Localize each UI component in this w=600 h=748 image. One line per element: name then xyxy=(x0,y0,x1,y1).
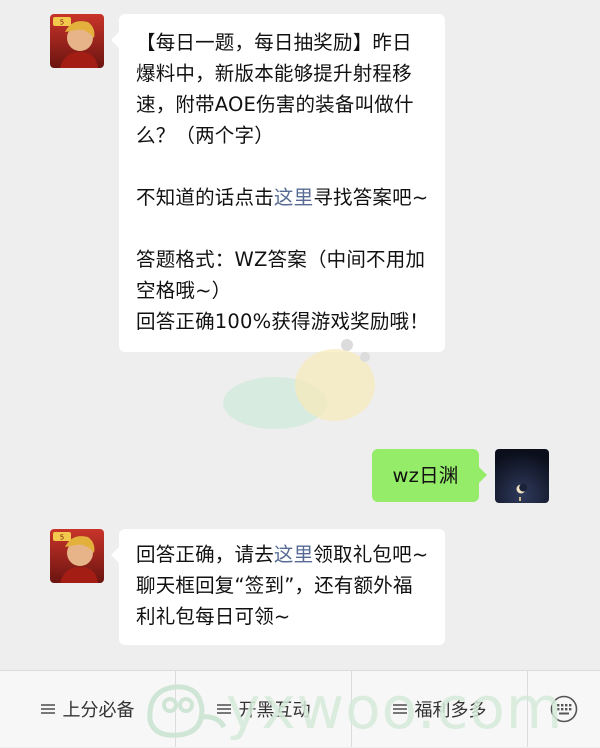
reply-link[interactable]: 这里 xyxy=(274,543,313,566)
format-text: 答题格式：WZ答案（中间不用加空格哦~） xyxy=(136,248,426,302)
hero-avatar-icon: 5 xyxy=(50,14,104,68)
hint-link[interactable]: 这里 xyxy=(274,186,313,209)
official-avatar[interactable]: 5 xyxy=(50,529,104,583)
menu-item-label: 上分必备 xyxy=(62,700,135,721)
chat-area: 5 【每日一题，每日抽奖励】昨日爆料中，新版本能够提升射程移速，附带AOE伤害的… xyxy=(0,0,600,670)
reply-text: 回答正确，请去这里领取礼包吧~聊天框回复“签到”，还有额外福利礼包每日可领~ xyxy=(136,539,431,632)
question-text: 【每日一题，每日抽奖励】昨日爆料中，新版本能够提升射程移速，附带AOE伤害的装备… xyxy=(136,31,414,147)
bottom-menu-bar: 上分必备 开黑互动 福利多多 yxwoo.com xyxy=(0,670,600,747)
svg-text:5: 5 xyxy=(60,534,64,542)
user-answer-text: wz日渊 xyxy=(392,464,459,487)
hint-suffix: 寻找答案吧~ xyxy=(313,186,429,209)
menu-list-icon xyxy=(392,703,407,715)
reward-text: 回答正确100%获得游戏奖励哦！ xyxy=(136,310,429,333)
svg-text:5: 5 xyxy=(60,19,64,27)
menu-item-label: 开黑互动 xyxy=(238,700,311,721)
reply-prefix: 回答正确，请去 xyxy=(136,543,274,566)
question-message-bubble: 【每日一题，每日抽奖励】昨日爆料中，新版本能够提升射程移速，附带AOE伤害的装备… xyxy=(111,14,445,352)
keyboard-icon xyxy=(550,695,578,723)
official-avatar[interactable]: 5 xyxy=(50,14,104,68)
keyboard-toggle-button[interactable] xyxy=(528,695,600,723)
menu-item-team-play[interactable]: 开黑互动 xyxy=(176,671,352,747)
menu-item-rank-up[interactable]: 上分必备 xyxy=(0,671,176,747)
moon-night-avatar-icon xyxy=(495,449,549,503)
user-avatar[interactable] xyxy=(495,449,549,503)
menu-list-icon xyxy=(40,703,55,715)
menu-item-benefits[interactable]: 福利多多 xyxy=(352,671,528,747)
reply-message-bubble: 回答正确，请去这里领取礼包吧~聊天框回复“签到”，还有额外福利礼包每日可领~ xyxy=(111,529,445,645)
hint-text: 不知道的话点击这里寻找答案吧~ xyxy=(136,182,431,213)
menu-item-label: 福利多多 xyxy=(414,700,487,721)
menu-list-icon xyxy=(216,703,231,715)
user-answer-bubble: wz日渊 xyxy=(372,449,487,502)
hero-avatar-icon: 5 xyxy=(50,529,104,583)
hint-prefix: 不知道的话点击 xyxy=(136,186,274,209)
